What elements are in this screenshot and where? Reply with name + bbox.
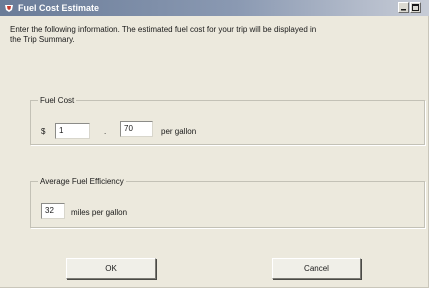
per-gallon-label: per gallon (161, 127, 197, 136)
fuel-cost-estimate-dialog: Fuel Cost Estimate Enter the following i… (0, 0, 429, 288)
instructions-line-1: Enter the following information. The est… (10, 25, 317, 34)
miles-per-gallon-label: miles per gallon (71, 208, 128, 217)
currency-symbol: $ (41, 127, 46, 136)
fuel-efficiency-input[interactable]: 32 (41, 203, 65, 219)
fuel-cost-group-label: Fuel Cost (38, 95, 77, 106)
minimize-icon (399, 3, 408, 12)
fuel-cost-cents-input[interactable]: 70 (120, 121, 153, 137)
fuel-efficiency-group-label: Average Fuel Efficiency (38, 176, 126, 187)
cancel-button[interactable]: Cancel (272, 258, 361, 279)
fuel-efficiency-group: Average Fuel Efficiency (30, 176, 425, 228)
minimize-button[interactable] (398, 2, 409, 13)
fuel-cost-dollars-input[interactable]: 1 (55, 123, 90, 139)
ok-button[interactable]: OK (66, 258, 156, 279)
maximize-button[interactable] (410, 2, 421, 13)
instructions-text: Enter the following information. The est… (10, 25, 425, 45)
window-app-icon (4, 3, 14, 13)
decimal-separator: . (104, 127, 107, 136)
window-title: Fuel Cost Estimate (18, 3, 100, 13)
instructions-line-2: the Trip Summary. (10, 35, 75, 44)
title-bar[interactable]: Fuel Cost Estimate (0, 0, 429, 16)
maximize-icon (411, 3, 420, 12)
